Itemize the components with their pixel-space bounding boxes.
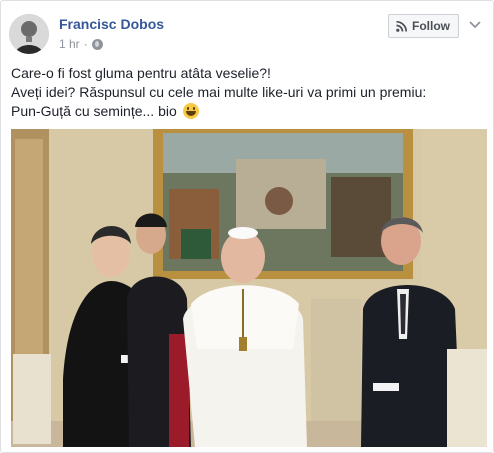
feed-post: Francisc Dobos 1 hr · Follow Care-o fi f… bbox=[0, 0, 494, 453]
globe-icon[interactable] bbox=[91, 38, 103, 50]
follow-label: Follow bbox=[412, 19, 450, 33]
post-text-line-2: Aveți idei? Răspunsul cu cele mai multe … bbox=[11, 84, 427, 100]
post-text-line-1: Care-o fi fost gluma pentru atâta veseli… bbox=[11, 65, 271, 81]
post-meta: 1 hr · bbox=[59, 37, 103, 51]
meta-separator: · bbox=[83, 37, 88, 51]
chevron-down-icon bbox=[469, 21, 481, 29]
post-timestamp[interactable]: 1 hr bbox=[59, 37, 80, 51]
post-text-line-3-wrap: Pun-Guță cu semințe... bio bbox=[11, 102, 481, 121]
post-header: Francisc Dobos 1 hr · Follow bbox=[9, 11, 485, 55]
author-avatar[interactable] bbox=[9, 14, 49, 54]
post-options-button[interactable] bbox=[465, 15, 485, 35]
post-text-line-3: Pun-Guță cu semințe... bio bbox=[11, 103, 177, 119]
post-text: Care-o fi fost gluma pentru atâta veseli… bbox=[11, 64, 481, 121]
post-photo[interactable] bbox=[11, 129, 487, 447]
rss-icon bbox=[396, 20, 407, 32]
follow-button[interactable]: Follow bbox=[388, 14, 459, 38]
grinning-face-icon bbox=[182, 103, 199, 119]
author-name-link[interactable]: Francisc Dobos bbox=[59, 16, 164, 32]
